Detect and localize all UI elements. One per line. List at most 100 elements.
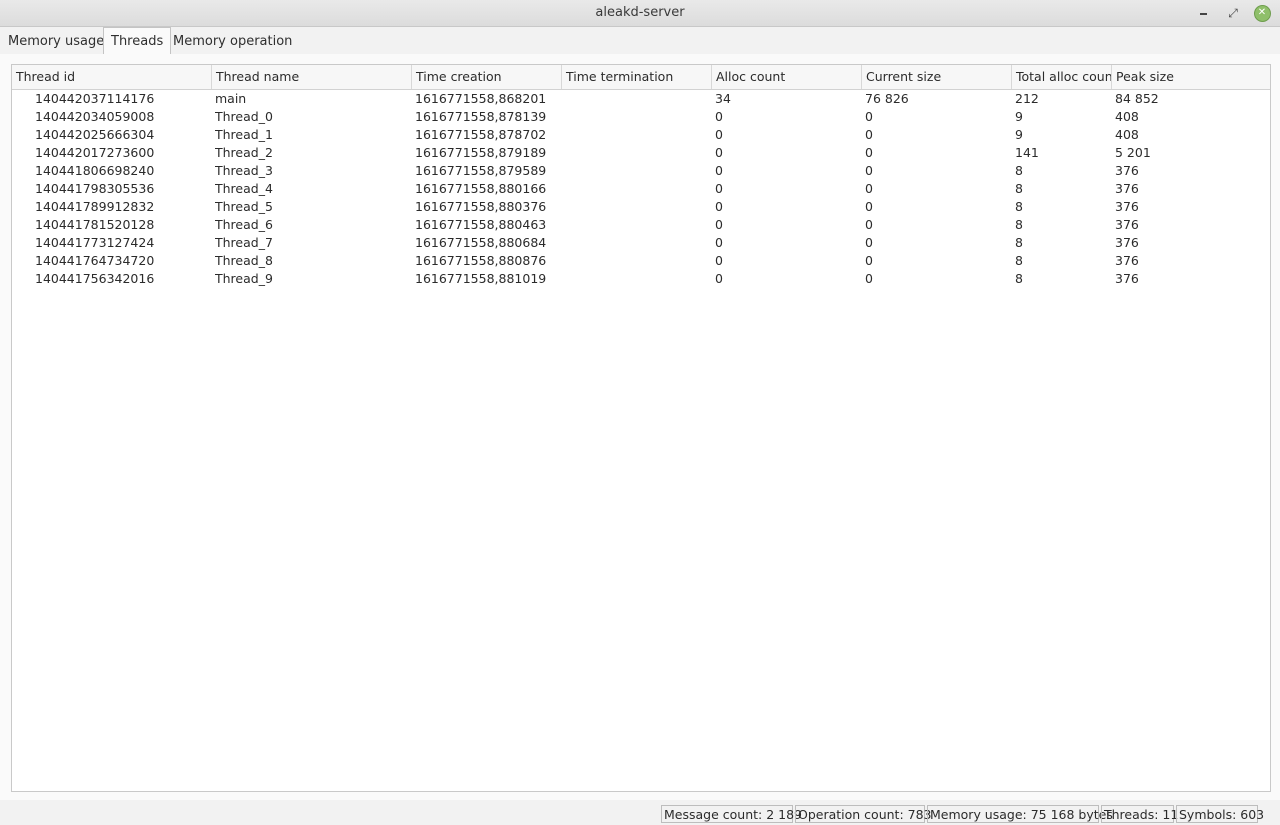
cell-alloc-count: 0 — [715, 235, 723, 250]
cell-alloc-count: 0 — [715, 127, 723, 142]
cell-current-size: 0 — [865, 145, 873, 160]
cell-thread-name: Thread_7 — [215, 235, 273, 250]
cell-thread-name: Thread_6 — [215, 217, 273, 232]
table-row[interactable]: 140442037114176 main 1616771558,868201 34 76… — [12, 90, 1270, 108]
cell-thread-name: Thread_2 — [215, 145, 273, 160]
table-row[interactable]: 140441756342016 Thread_9 1616771558,881019… — [12, 270, 1270, 288]
cell-peak-size: 84 852 — [1115, 91, 1159, 106]
cell-time-creation: 1616771558,880376 — [415, 199, 547, 214]
cell-alloc-count: 34 — [715, 91, 731, 106]
cell-thread-id: 140442025666304 — [35, 127, 155, 142]
table-row[interactable]: 140441773127424 Thread_7 1616771558,880684… — [12, 234, 1270, 252]
cell-time-termination — [565, 90, 710, 108]
table-row[interactable]: 140442025666304 Thread_1 1616771558,878702… — [12, 126, 1270, 144]
tab-threads[interactable]: Threads — [103, 27, 172, 56]
column-header-time-creation[interactable]: Time creation — [412, 65, 562, 89]
cell-peak-size: 376 — [1115, 181, 1139, 196]
cell-peak-size: 376 — [1115, 163, 1139, 178]
table-row[interactable]: 140442017273600 Thread_2 1616771558,879189… — [12, 144, 1270, 162]
tab-bar: Memory usage Threads Memory operation — [0, 27, 1280, 56]
cell-time-creation: 1616771558,868201 — [415, 91, 547, 106]
minimize-button[interactable] — [1194, 4, 1212, 22]
table-row[interactable]: 140441806698240 Thread_3 1616771558,879589… — [12, 162, 1270, 180]
window-title: aleakd-server — [595, 5, 685, 20]
close-button[interactable]: ✕ — [1253, 4, 1271, 22]
cell-time-termination — [565, 126, 710, 144]
status-symbols: Symbols: 603 — [1176, 805, 1264, 823]
cell-thread-id: 140441773127424 — [35, 235, 155, 250]
cell-time-creation: 1616771558,879189 — [415, 145, 547, 160]
table-row[interactable]: 140441798305536 Thread_4 1616771558,880166… — [12, 180, 1270, 198]
table-row[interactable]: 140442034059008 Thread_0 1616771558,878139… — [12, 108, 1270, 126]
minimize-icon — [1199, 13, 1207, 15]
cell-alloc-count: 0 — [715, 217, 723, 232]
cell-time-termination — [565, 216, 710, 234]
cell-time-termination — [565, 252, 710, 270]
cell-peak-size: 408 — [1115, 109, 1139, 124]
cell-time-termination — [565, 270, 710, 288]
close-icon: ✕ — [1253, 4, 1271, 22]
cell-time-termination — [565, 234, 710, 252]
cell-current-size: 0 — [865, 127, 873, 142]
cell-peak-size: 376 — [1115, 217, 1139, 232]
cell-current-size: 0 — [865, 271, 873, 286]
cell-peak-size: 5 201 — [1115, 145, 1151, 160]
threads-table[interactable]: Thread id Thread name Time creation Time… — [11, 64, 1271, 792]
cell-thread-name: Thread_4 — [215, 181, 273, 196]
cell-current-size: 0 — [865, 199, 873, 214]
cell-thread-id: 140442037114176 — [35, 91, 155, 106]
cell-thread-id: 140441764734720 — [35, 253, 155, 268]
cell-thread-name: main — [215, 91, 247, 106]
cell-time-creation: 1616771558,878139 — [415, 109, 547, 124]
cell-current-size: 0 — [865, 163, 873, 178]
column-header-alloc-count[interactable]: Alloc count — [712, 65, 862, 89]
tab-memory-usage[interactable]: Memory usage — [1, 29, 111, 54]
cell-current-size: 0 — [865, 109, 873, 124]
table-body: 140442037114176 main 1616771558,868201 34 76… — [12, 90, 1270, 288]
cell-thread-name: Thread_8 — [215, 253, 273, 268]
cell-time-termination — [565, 198, 710, 216]
cell-time-termination — [565, 108, 710, 126]
cell-alloc-count: 0 — [715, 253, 723, 268]
cell-time-creation: 1616771558,879589 — [415, 163, 547, 178]
cell-time-creation: 1616771558,880684 — [415, 235, 547, 250]
cell-thread-name: Thread_3 — [215, 163, 273, 178]
cell-time-creation: 1616771558,878702 — [415, 127, 547, 142]
column-header-current-size[interactable]: Current size — [862, 65, 1012, 89]
status-bar: Message count: 2 189 Operation count: 78… — [0, 803, 1280, 825]
cell-thread-id: 140441781520128 — [35, 217, 155, 232]
threads-panel: Thread id Thread name Time creation Time… — [0, 54, 1280, 800]
column-header-thread-name[interactable]: Thread name — [212, 65, 412, 89]
cell-thread-name: Thread_1 — [215, 127, 273, 142]
column-header-peak-size[interactable]: Peak size — [1112, 65, 1268, 89]
column-header-thread-id[interactable]: Thread id — [12, 65, 212, 89]
column-header-time-termination[interactable]: Time termination — [562, 65, 712, 89]
cell-peak-size: 376 — [1115, 253, 1139, 268]
cell-thread-name: Thread_0 — [215, 109, 273, 124]
table-row[interactable]: 140441789912832 Thread_5 1616771558,880376… — [12, 198, 1270, 216]
cell-time-termination — [565, 162, 710, 180]
cell-alloc-count: 0 — [715, 109, 723, 124]
cell-time-creation: 1616771558,880463 — [415, 217, 547, 232]
status-memory-usage: Memory usage: 75 168 bytes — [927, 805, 1113, 823]
table-row[interactable]: 140441764734720 Thread_8 1616771558,880876… — [12, 252, 1270, 270]
cell-thread-id: 140441806698240 — [35, 163, 155, 178]
status-threads: Threads: 11 — [1101, 805, 1178, 823]
cell-thread-id: 140442017273600 — [35, 145, 155, 160]
maximize-icon: ⤢ — [1228, 5, 1238, 20]
cell-peak-size: 376 — [1115, 271, 1139, 286]
cell-thread-id: 140441789912832 — [35, 199, 155, 214]
table-row[interactable]: 140441781520128 Thread_6 1616771558,880463… — [12, 216, 1270, 234]
cell-current-size: 76 826 — [865, 91, 909, 106]
maximize-button[interactable]: ⤢ — [1224, 4, 1242, 22]
window-titlebar[interactable]: aleakd-server ⤢ ✕ — [0, 0, 1280, 27]
cell-time-creation: 1616771558,881019 — [415, 271, 547, 286]
tab-memory-operation[interactable]: Memory operation — [166, 29, 299, 54]
cell-peak-size: 376 — [1115, 199, 1139, 214]
cell-thread-name: Thread_5 — [215, 199, 273, 214]
cell-time-termination — [565, 180, 710, 198]
status-message-count: Message count: 2 189 — [661, 805, 802, 823]
column-header-total-alloc-count[interactable]: Total alloc coun — [1012, 65, 1112, 89]
cell-time-creation: 1616771558,880876 — [415, 253, 547, 268]
table-header: Thread id Thread name Time creation Time… — [12, 65, 1270, 90]
